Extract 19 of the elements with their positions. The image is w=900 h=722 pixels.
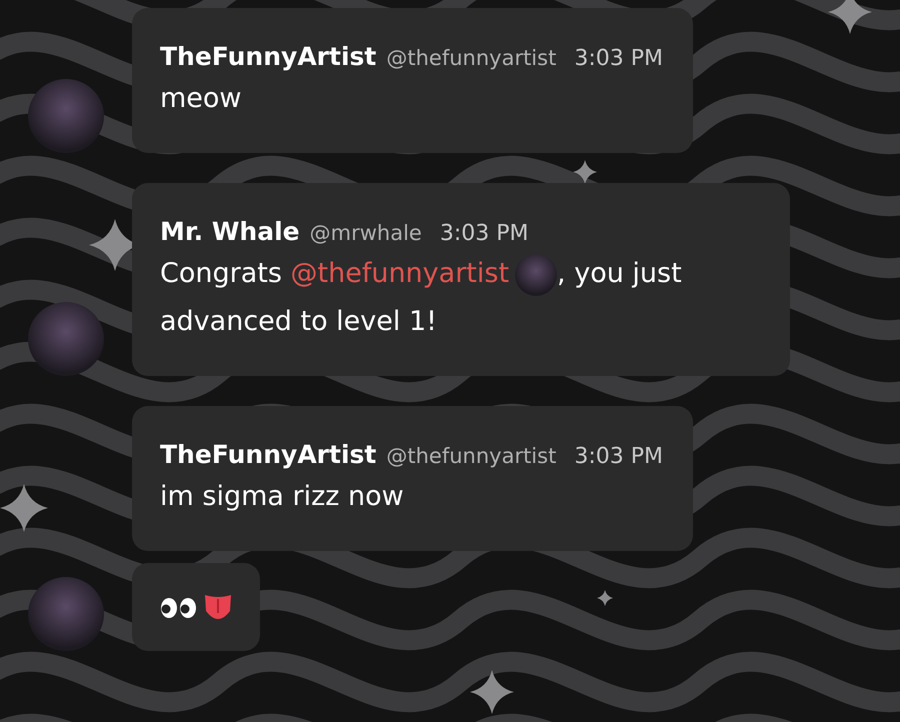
sparkle-icon [470,670,514,714]
sparkle-icon [0,484,48,532]
timestamp: 3:03 PM [574,46,663,71]
timestamp: 3:03 PM [574,444,663,469]
author-name[interactable]: TheFunnyArtist [160,42,376,71]
user-handle: @thefunnyartist [386,46,556,70]
user-handle: @thefunnyartist [386,444,556,468]
timestamp: 3:03 PM [440,221,528,246]
user-handle: @mrwhale [310,221,422,245]
sparkle-icon [573,160,597,184]
user-mention-link[interactable]: @thefunnyartist [290,258,510,289]
author-name[interactable]: Mr. Whale [160,217,300,246]
message-text: meow [160,82,243,116]
message-text: Congrats @thefunnyartist , you just advanced to level 1! [160,250,760,346]
eyes-icon [160,597,198,619]
author-name[interactable]: TheFunnyArtist [160,440,376,469]
sparkle-icon [597,590,613,606]
sparkle-icon [828,0,872,34]
message-text: im sigma rizz now [160,480,405,514]
